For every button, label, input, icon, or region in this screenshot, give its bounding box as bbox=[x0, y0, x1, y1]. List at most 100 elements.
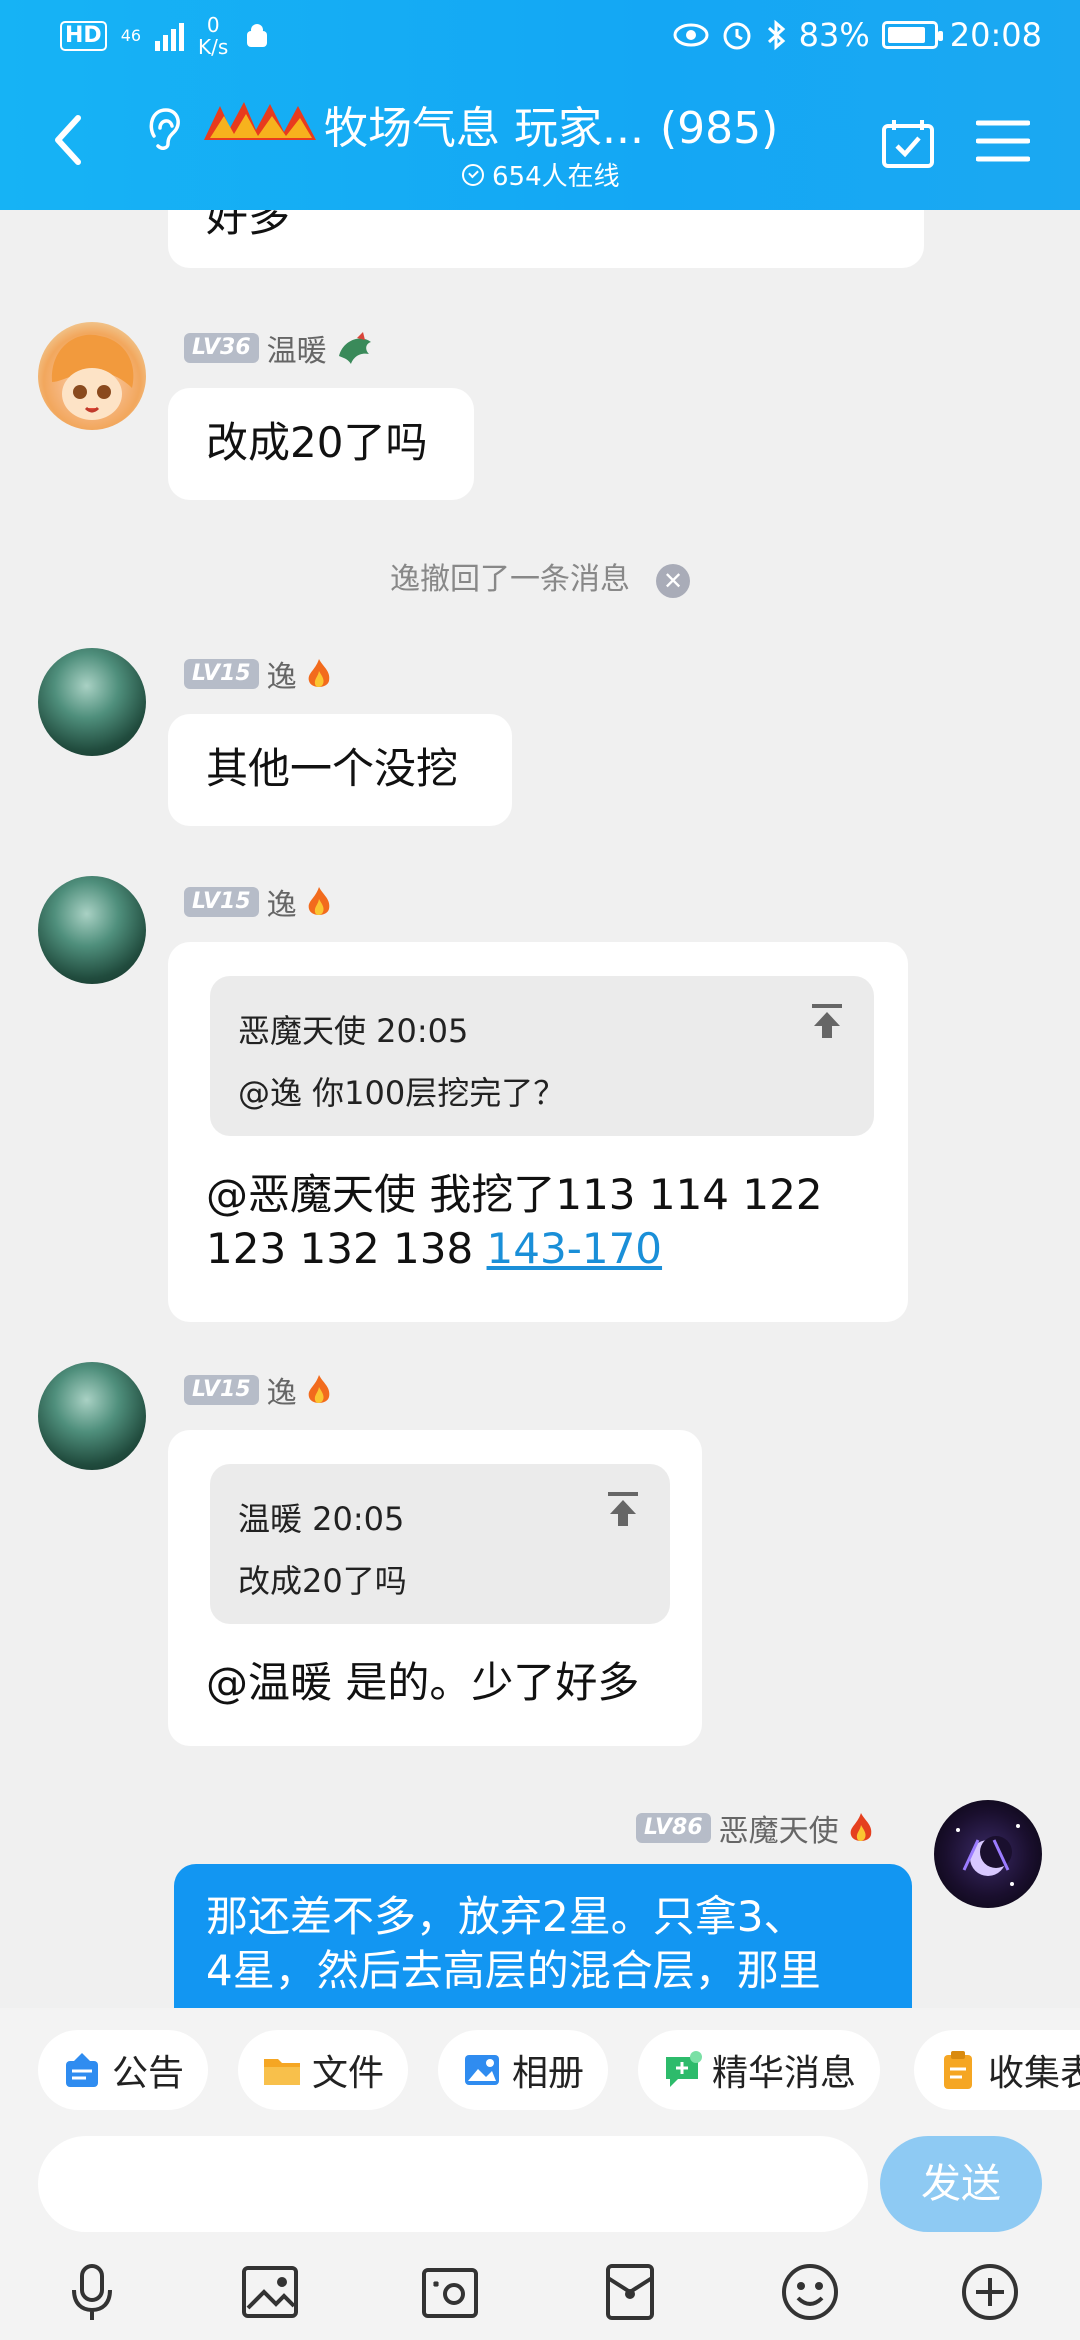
message-text: 那还差不多，放弃2星。只拿3、 4星，然后去高层的混合层，那里 bbox=[206, 1890, 896, 1998]
message-line: 123 132 138 143-170 bbox=[206, 1222, 896, 1276]
chat-header: HD 46 0 K/s 83% 20:08 牧场气息 玩家... (985) 6… bbox=[0, 0, 1080, 210]
network-type: 46 bbox=[120, 26, 142, 45]
message-list[interactable]: 好多 LV36 温暖 改成20了吗 逸撤回了一条消息 ✕ LV15 逸 其他一个… bbox=[0, 210, 1080, 2010]
clipboard-icon bbox=[944, 2051, 972, 2089]
message-line: 4星，然后去高层的混合层，那里 bbox=[206, 1946, 821, 1995]
menu-button[interactable] bbox=[976, 118, 1030, 164]
red-packet-icon[interactable] bbox=[598, 2260, 662, 2324]
sender-meta: LV15 逸 bbox=[184, 652, 333, 696]
quoted-message[interactable]: 恶魔天使 20:05 @逸 你100层挖完了？ bbox=[210, 976, 874, 1136]
clock: 20:08 bbox=[949, 16, 1042, 54]
message-bubble[interactable]: 改成20了吗 bbox=[168, 388, 474, 500]
shortcut-bar[interactable]: 公告 文件 相册 精华消息 收集表 bbox=[0, 2008, 1080, 2120]
sender-name[interactable]: 逸 bbox=[267, 1368, 297, 1412]
message-line-prefix: 123 132 138 bbox=[206, 1224, 487, 1273]
image-icon[interactable] bbox=[238, 2260, 302, 2324]
network-speed: 0 K/s bbox=[198, 14, 228, 58]
status-bar: HD 46 0 K/s 83% 20:08 bbox=[0, 0, 1080, 72]
jump-to-original-icon[interactable] bbox=[808, 1002, 846, 1040]
send-button[interactable]: 发送 bbox=[880, 2136, 1042, 2232]
chip-label: 公告 bbox=[112, 2053, 185, 2094]
eye-icon bbox=[673, 23, 709, 47]
reply-message-bubble[interactable]: 恶魔天使 20:05 @逸 你100层挖完了？ @恶魔天使 我挖了113 114… bbox=[168, 942, 908, 1322]
back-button[interactable] bbox=[48, 110, 88, 170]
quoted-message[interactable]: 温暖 20:05 改成20了吗 bbox=[210, 1464, 670, 1624]
level-badge: LV15 bbox=[184, 659, 259, 689]
camera-icon[interactable] bbox=[418, 2260, 482, 2324]
message-text: 好多 bbox=[206, 210, 291, 241]
flame-icon bbox=[850, 1813, 871, 1841]
message-line: @恶魔天使 我挖了113 114 122 bbox=[206, 1170, 823, 1219]
crescent-moon-avatar-image bbox=[956, 1824, 1020, 1886]
anime-avatar-image bbox=[51, 334, 134, 420]
message-text: 改成20了吗 bbox=[206, 418, 428, 467]
message-text: 其他一个没挖 bbox=[206, 744, 459, 793]
microphone-icon[interactable] bbox=[60, 2260, 124, 2324]
plus-icon[interactable] bbox=[958, 2260, 1022, 2324]
level-badge: LV15 bbox=[184, 887, 259, 917]
message-bubble[interactable]: 好多 bbox=[168, 210, 924, 268]
recall-text: 逸撤回了一条消息 bbox=[390, 562, 630, 597]
announcement-icon bbox=[66, 2053, 98, 2087]
online-status: 654人在线 bbox=[462, 156, 620, 193]
ear-icon[interactable] bbox=[144, 106, 184, 150]
online-check-icon bbox=[462, 163, 484, 186]
sender-name[interactable]: 恶魔天使 bbox=[719, 1806, 839, 1850]
quote-header: 恶魔天使 20:05 bbox=[238, 1012, 469, 1050]
sender-meta: LV36 温暖 bbox=[184, 326, 375, 370]
group-logo bbox=[204, 102, 316, 140]
emoji-icon[interactable] bbox=[778, 2260, 842, 2324]
album-chip[interactable]: 相册 bbox=[438, 2030, 609, 2110]
message-text: @恶魔天使 我挖了113 114 122 123 132 138 143-170 bbox=[206, 1168, 896, 1276]
files-chip[interactable]: 文件 bbox=[238, 2030, 409, 2110]
album-icon bbox=[465, 2055, 499, 2085]
signal-icon bbox=[155, 21, 185, 51]
collect-form-chip[interactable]: 收集表 bbox=[914, 2030, 1080, 2110]
level-badge: LV15 bbox=[184, 1375, 259, 1405]
avatar[interactable] bbox=[38, 648, 146, 756]
message-line: 那还差不多，放弃2星。只拿3、 bbox=[206, 1892, 806, 1941]
essence-chip[interactable]: 精华消息 bbox=[638, 2030, 881, 2110]
avatar[interactable] bbox=[38, 322, 146, 430]
sender-meta: LV15 逸 bbox=[184, 880, 333, 924]
sender-name[interactable]: 逸 bbox=[267, 652, 297, 696]
flame-icon bbox=[308, 1375, 329, 1403]
alarm-icon bbox=[723, 22, 751, 50]
calendar-check-button[interactable] bbox=[880, 116, 936, 170]
input-bar: 发送 bbox=[0, 2120, 1080, 2240]
folder-icon bbox=[264, 2059, 300, 2085]
avatar[interactable] bbox=[38, 1362, 146, 1470]
essence-message-icon bbox=[666, 2051, 702, 2087]
group-title[interactable]: 牧场气息 玩家... (985) bbox=[324, 92, 778, 156]
reply-message-bubble[interactable]: 温暖 20:05 改成20了吗 @温暖 是的。少了好多 bbox=[168, 1430, 702, 1746]
flame-icon bbox=[308, 887, 329, 915]
sender-meta: LV15 逸 bbox=[184, 1368, 333, 1412]
chip-label: 精华消息 bbox=[712, 2053, 857, 2094]
message-input[interactable] bbox=[38, 2136, 868, 2232]
speed-value: 0 bbox=[206, 13, 220, 37]
level-badge: LV36 bbox=[184, 333, 259, 363]
close-icon[interactable]: ✕ bbox=[656, 563, 690, 598]
recall-notice: 逸撤回了一条消息 ✕ bbox=[0, 554, 1080, 598]
message-link[interactable]: 143-170 bbox=[487, 1224, 663, 1273]
app-notification-icon bbox=[247, 24, 268, 47]
level-badge: LV86 bbox=[636, 1813, 711, 1843]
sender-name[interactable]: 逸 bbox=[267, 880, 297, 924]
quote-header: 温暖 20:05 bbox=[238, 1500, 405, 1538]
avatar[interactable] bbox=[934, 1800, 1042, 1908]
dragon-badge-icon bbox=[338, 332, 371, 364]
message-bubble[interactable]: 其他一个没挖 bbox=[168, 714, 512, 826]
avatar[interactable] bbox=[38, 876, 146, 984]
chip-label: 文件 bbox=[312, 2053, 385, 2094]
jump-to-original-icon[interactable] bbox=[604, 1490, 642, 1528]
announcement-chip[interactable]: 公告 bbox=[38, 2030, 209, 2110]
message-text: @温暖 是的。少了好多 bbox=[206, 1658, 640, 1707]
quote-text: @逸 你100层挖完了？ bbox=[238, 1074, 566, 1112]
own-message-bubble[interactable]: 那还差不多，放弃2星。只拿3、 4星，然后去高层的混合层，那里 bbox=[174, 1864, 912, 2010]
bluetooth-icon bbox=[767, 19, 785, 51]
battery-fill bbox=[887, 27, 925, 43]
sender-name[interactable]: 温暖 bbox=[267, 326, 327, 370]
speed-unit: K/s bbox=[198, 35, 229, 59]
hd-indicator: HD bbox=[60, 21, 107, 51]
member-count: (985) bbox=[659, 103, 779, 154]
